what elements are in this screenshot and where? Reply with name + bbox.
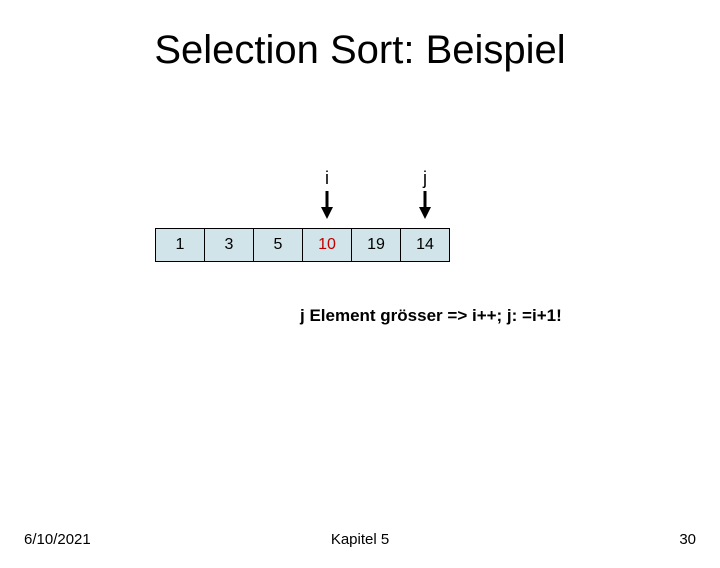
pointer-j-label: j (400, 168, 450, 189)
array-cell: 5 (253, 228, 303, 262)
array-cells: 135101914 (155, 228, 555, 262)
array-cell: 19 (351, 228, 401, 262)
pointer-row: i j (155, 168, 555, 228)
pointer-j: j (400, 168, 450, 219)
array-cell: 14 (400, 228, 450, 262)
array-cell: 1 (155, 228, 205, 262)
arrow-down-icon (320, 191, 334, 219)
array-diagram: i j 135101914 (155, 168, 555, 262)
pointer-i-label: i (302, 168, 352, 189)
array-cell: 3 (204, 228, 254, 262)
slide-title: Selection Sort: Beispiel (0, 28, 720, 73)
arrow-down-icon (418, 191, 432, 219)
step-annotation: j Element grösser => i++; j: =i+1! (300, 306, 562, 326)
pointer-i: i (302, 168, 352, 219)
array-cell: 10 (302, 228, 352, 262)
